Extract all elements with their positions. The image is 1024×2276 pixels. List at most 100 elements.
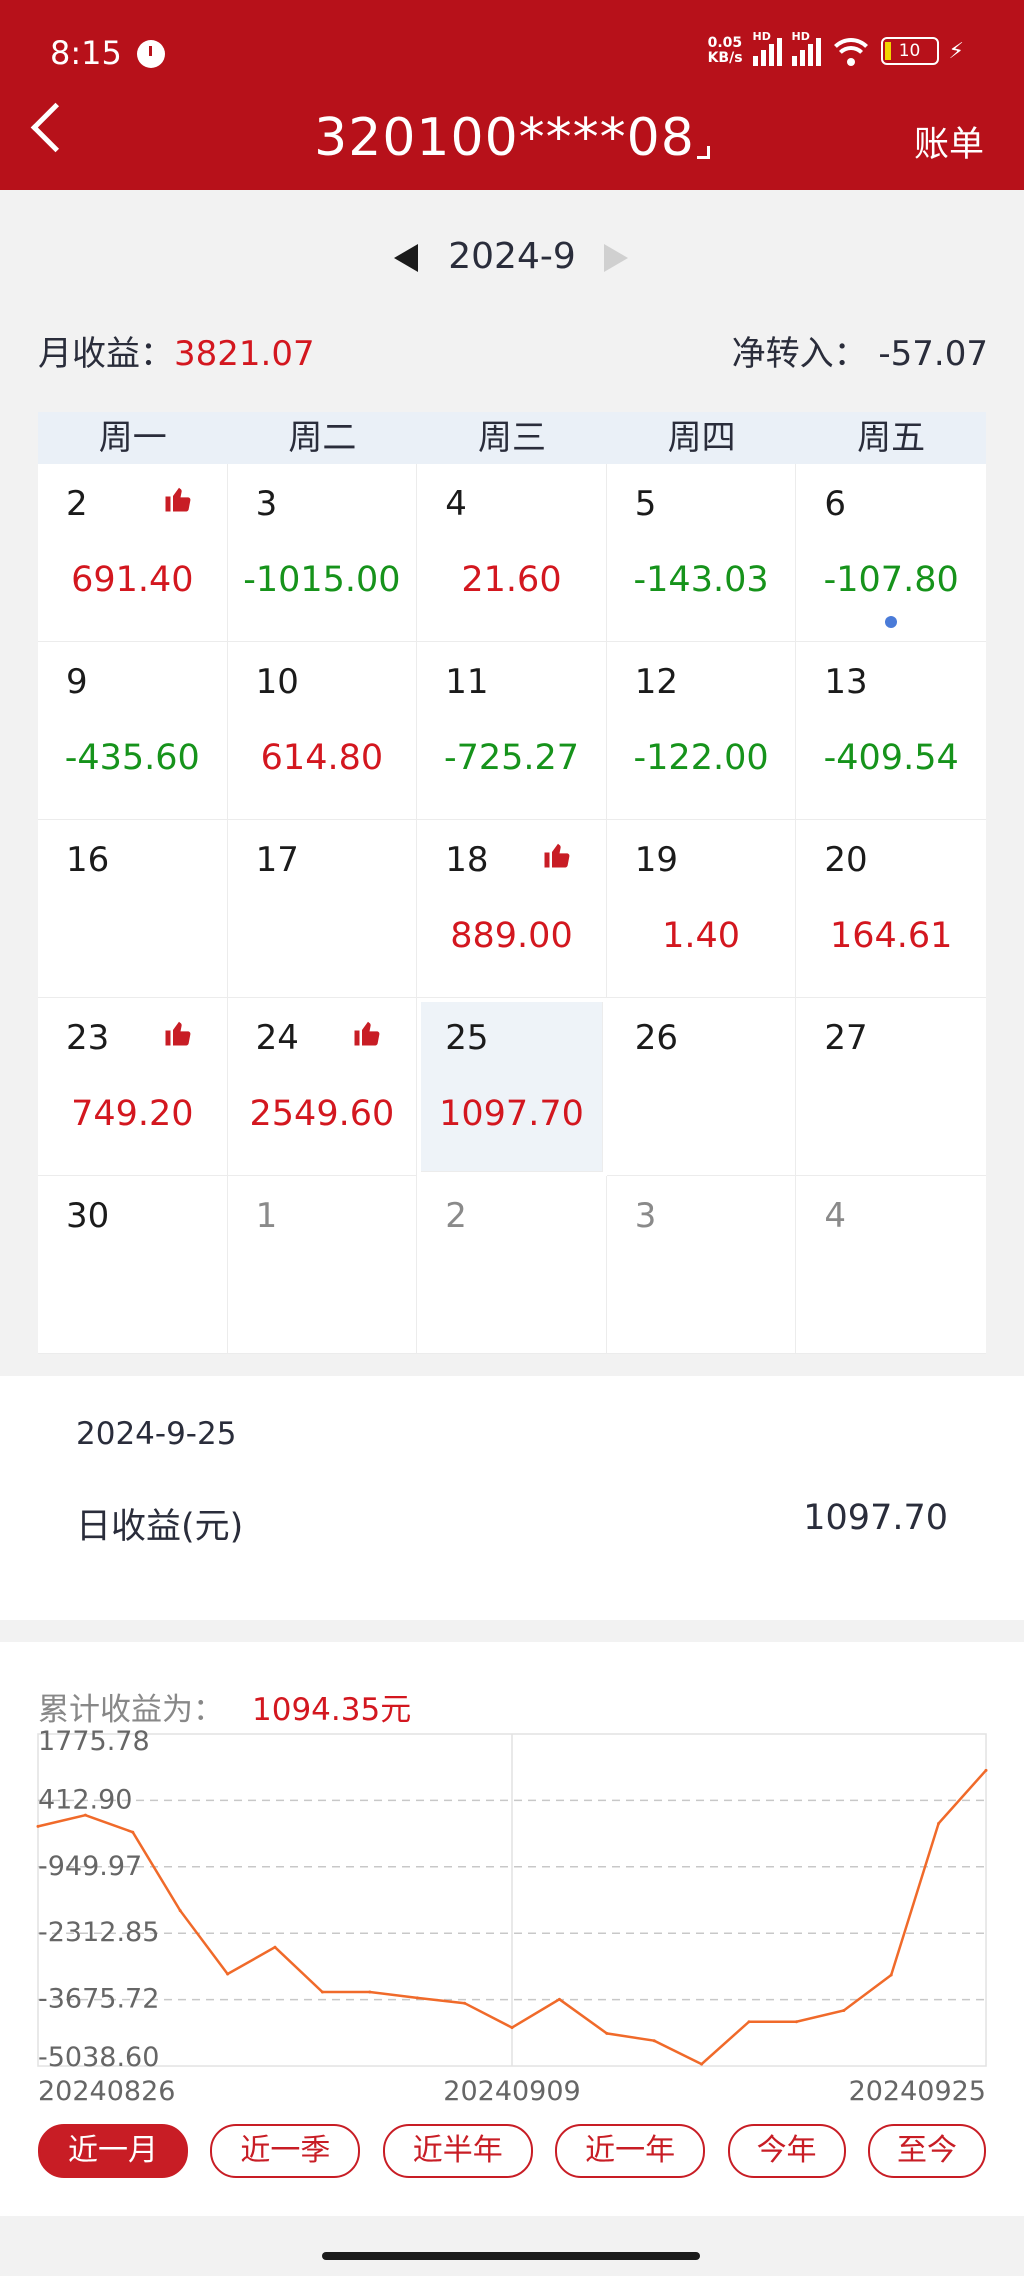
calendar-day-amount: -435.60 (64, 738, 200, 778)
month-navigator: 2024-9 (0, 236, 1024, 277)
calendar-day-amount: -143.03 (633, 560, 769, 600)
calendar-day-amount: 889.00 (450, 916, 573, 956)
calendar-day-cell[interactable]: 16 (38, 820, 228, 998)
calendar-day-number: 18 (445, 840, 489, 880)
range-button[interactable]: 近一年 (555, 2124, 706, 2178)
signal-hd-label: HD (752, 30, 771, 43)
home-indicator[interactable] (322, 2252, 700, 2260)
calendar-day-cell[interactable]: 30 (38, 1176, 228, 1354)
y-tick-label: -2312.85 (38, 1917, 159, 1948)
calendar-day-number: 23 (66, 1018, 110, 1058)
alarm-clock-icon (137, 40, 165, 68)
daily-income-value: 1097.70 (803, 1498, 948, 1538)
data-point (320, 1990, 324, 1994)
range-button[interactable]: 近一季 (210, 2124, 361, 2178)
calendar-day-cell[interactable]: 23 749.20 (38, 998, 228, 1176)
data-point (226, 1972, 230, 1976)
prev-month-icon[interactable] (394, 244, 418, 272)
expand-corner-icon[interactable] (696, 146, 710, 159)
data-point (700, 2062, 704, 2066)
calendar-day-cell[interactable]: 5 -143.03 (606, 464, 797, 642)
range-button[interactable]: 近半年 (382, 2124, 533, 2178)
data-point (368, 1990, 372, 1994)
data-point (889, 1973, 893, 1977)
calendar-day-cell[interactable]: 10 614.80 (227, 642, 418, 820)
calendar-day-cell[interactable]: 11 -725.27 (417, 642, 607, 820)
calendar-day-number: 16 (66, 840, 110, 880)
calendar-day-cell[interactable]: 4 21.60 (417, 464, 607, 642)
y-tick-label: 412.90 (38, 1784, 132, 1815)
top-bar: 8:15 0.05 KB/s HD HD 10 ⚡ 320100****08 账… (0, 0, 1024, 190)
calendar-day-amount: -409.54 (823, 738, 959, 778)
y-tick-label: -5038.60 (38, 2042, 159, 2073)
range-button[interactable]: 至今 (867, 2124, 986, 2178)
status-time: 8:15 (50, 34, 122, 72)
data-point (557, 1997, 561, 2001)
calendar-day-cell[interactable]: 3 (606, 1176, 797, 1354)
calendar-day-cell[interactable]: 20 164.61 (796, 820, 986, 998)
calendar-day-number: 19 (634, 840, 679, 880)
calendar-day-cell[interactable]: 6 -107.80 (796, 464, 986, 642)
calendar-day-cell[interactable]: 9 -435.60 (38, 642, 228, 820)
calendar-day-cell[interactable]: 18 889.00 (417, 820, 607, 998)
data-point (415, 1996, 419, 2000)
calendar-grid: 2 691.40 3 -1015.00 4 21.60 5 -143.03 6 -107.80 9-… (38, 464, 986, 1354)
calendar-day-cell[interactable]: 2 (417, 1176, 607, 1354)
calendar-day-amount: 749.20 (71, 1094, 194, 1134)
calendar-day-number: 2 (66, 484, 88, 524)
detail-date: 2024-9-25 (76, 1416, 237, 1452)
calendar-day-cell[interactable]: 24 2549.60 (227, 998, 418, 1176)
range-button[interactable]: 近一月 (38, 2124, 188, 2178)
x-tick-label: 20240925 (849, 2076, 986, 2107)
calendar-day-cell[interactable]: 27 (796, 998, 986, 1176)
day-detail-panel: 2024-9-25 日收益(元) 1097.70 (0, 1376, 1024, 1620)
calendar-day-amount: -107.80 (823, 560, 959, 600)
calendar-day-cell[interactable]: 13 -409.54 (796, 642, 986, 820)
monthly-income: 月收益：3821.07 (38, 326, 315, 375)
data-point (984, 1768, 988, 1772)
calendar-day-number: 25 (445, 1018, 489, 1058)
calendar-day-cell[interactable]: 26 (606, 998, 797, 1176)
weekday-label: 周四 (667, 418, 736, 458)
calendar: 周一 周二 周三 周四 周五 2 691.40 3 -1015.00 4 21.60 5 -1… (38, 412, 986, 1354)
bill-button[interactable]: 账单 (914, 116, 984, 167)
data-point (131, 1830, 135, 1834)
data-point (178, 1909, 182, 1913)
calendar-day-cell[interactable]: 19 1.40 (606, 820, 797, 998)
y-tick-label: 1775.78 (38, 1726, 150, 1757)
y-tick-label: -3675.72 (38, 1984, 159, 2015)
data-point (747, 2020, 751, 2024)
signal-icon-2: HD (791, 30, 821, 66)
calendar-day-cell[interactable]: 2 691.40 (38, 464, 228, 642)
calendar-day-number: 10 (255, 662, 299, 702)
calendar-day-cell[interactable]: 17 (227, 820, 418, 998)
calendar-day-amount: 691.40 (71, 560, 194, 600)
calendar-day-number: 26 (634, 1018, 679, 1058)
data-point (794, 2020, 798, 2024)
calendar-day-cell[interactable]: 25 1097.70 (421, 1002, 603, 1172)
data-point (273, 1945, 277, 1949)
calendar-day-cell[interactable]: 4 (796, 1176, 986, 1354)
battery-level: 10 (898, 41, 921, 61)
calendar-day-cell[interactable]: 1 (227, 1176, 418, 1354)
y-tick-label: -949.97 (38, 1851, 142, 1882)
data-point (510, 2026, 514, 2030)
network-speed: 0.05 KB/s (708, 36, 743, 66)
thumbs-up-icon (354, 1021, 380, 1046)
cumulative-income-chart[interactable]: 1775.78 412.90 -949.97 -2312.85 -3675.72 -503… (0, 1642, 1024, 2122)
calendar-day-number: 6 (824, 484, 847, 524)
calendar-day-cell[interactable]: 12 -122.00 (606, 642, 797, 820)
signal-icon: HD (752, 30, 782, 66)
calendar-day-amount: 1.40 (662, 916, 741, 956)
weekday-label: 周一 (98, 418, 167, 458)
thumbs-up-icon (544, 843, 570, 868)
data-point (605, 2031, 609, 2035)
thumbs-up-icon (165, 487, 191, 512)
next-month-icon[interactable] (604, 244, 628, 272)
calendar-day-number: 17 (255, 840, 299, 880)
data-point (652, 2039, 656, 2043)
range-button[interactable]: 今年 (727, 2124, 846, 2178)
calendar-day-cell[interactable]: 3 -1015.00 (227, 464, 418, 642)
calendar-day-number: 12 (634, 662, 679, 702)
daily-income-label: 日收益(元) (76, 1507, 244, 1547)
